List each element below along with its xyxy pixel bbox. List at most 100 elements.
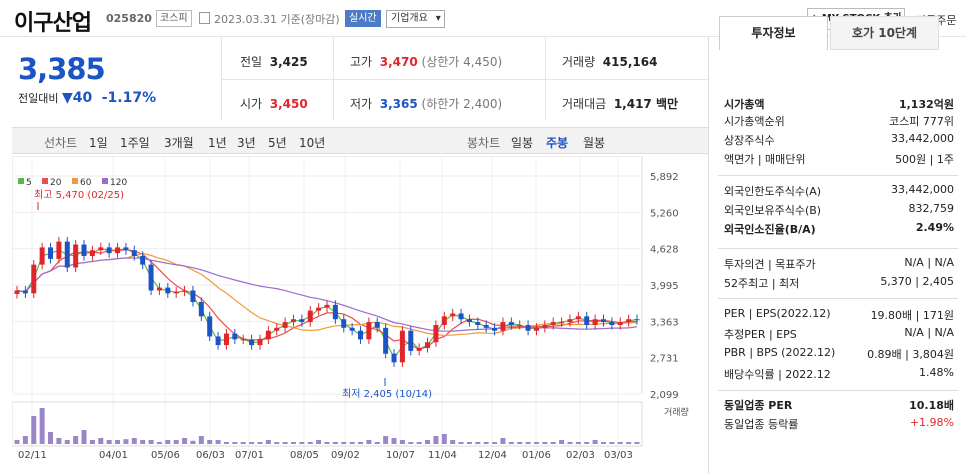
candle-body bbox=[316, 307, 322, 311]
prev-close: 전일 3,425 bbox=[240, 53, 308, 70]
tab-daily[interactable]: 일봉 bbox=[511, 134, 533, 151]
invest-key: PBR | BPS (2022.12) bbox=[724, 346, 836, 359]
tab-1d[interactable]: 1일 bbox=[89, 134, 108, 151]
legend-label: 20 bbox=[50, 178, 62, 188]
volume-bar bbox=[399, 440, 405, 444]
realtime-button[interactable]: 실시간 bbox=[345, 10, 381, 27]
volume-bar bbox=[64, 440, 70, 444]
invest-key: 상장주식수 bbox=[724, 134, 775, 147]
candle-body bbox=[307, 310, 313, 323]
legend-label: 120 bbox=[110, 178, 127, 188]
invest-key: 외국인소진율(B/A) bbox=[724, 223, 816, 236]
candle-body bbox=[89, 250, 95, 257]
volume-bar bbox=[156, 442, 162, 444]
candle-body bbox=[123, 247, 129, 251]
volume-bar bbox=[416, 442, 422, 444]
volume-bar bbox=[441, 434, 447, 444]
candle-body bbox=[441, 316, 447, 325]
x-tick-label: 11/04 bbox=[428, 450, 457, 461]
volume-bar bbox=[332, 442, 338, 444]
tab-weekly[interactable]: 주봉 bbox=[546, 134, 568, 151]
tab-10y[interactable]: 10년 bbox=[299, 134, 325, 151]
volume-bar bbox=[22, 436, 28, 444]
open-price: 시가 3,450 bbox=[240, 95, 308, 112]
volume-bar bbox=[517, 442, 523, 444]
volume-bar bbox=[600, 442, 606, 444]
tab-order-book[interactable]: 호가 10단계 bbox=[830, 16, 939, 50]
x-tick-label: 04/01 bbox=[99, 450, 128, 461]
candle-body bbox=[600, 319, 606, 323]
tab-1w[interactable]: 1주일 bbox=[120, 134, 150, 151]
candle-body bbox=[358, 330, 364, 340]
candle-body bbox=[173, 291, 179, 294]
divider bbox=[718, 390, 958, 391]
candle-body bbox=[207, 316, 213, 337]
base-date: 2023.03.31 기준(장마감) bbox=[214, 13, 340, 26]
volume-value: 415,164 bbox=[602, 55, 658, 69]
volume-bar bbox=[73, 436, 79, 444]
prev-value: 3,425 bbox=[269, 55, 308, 69]
volume-bar bbox=[533, 442, 539, 444]
invest-key: 액면가 | 매매단위 bbox=[724, 153, 806, 166]
candle-body bbox=[458, 313, 464, 320]
volume-bar bbox=[425, 440, 431, 444]
candle-body bbox=[575, 316, 581, 320]
candle-body bbox=[131, 250, 137, 257]
volume-bar bbox=[31, 416, 37, 444]
candle-body bbox=[14, 290, 20, 294]
volume-bar bbox=[316, 440, 322, 444]
volume-bar bbox=[182, 438, 188, 444]
candle-body bbox=[450, 313, 456, 317]
high-value: 3,470 bbox=[379, 55, 418, 69]
invest-value: 33,442,000 bbox=[891, 183, 954, 196]
volume-bar bbox=[433, 436, 439, 444]
volume-bar bbox=[123, 439, 129, 444]
candle-body bbox=[567, 319, 573, 323]
invest-value: 2.49% bbox=[915, 221, 954, 234]
candle-body bbox=[232, 333, 238, 340]
candle-body bbox=[56, 241, 62, 259]
low-price: 저가 3,365 (하한가 2,400) bbox=[350, 95, 502, 112]
invest-key: 시가총액순위 bbox=[724, 115, 785, 128]
tab-3y[interactable]: 3년 bbox=[237, 134, 256, 151]
volume-label: 거래량 bbox=[562, 55, 596, 69]
tab-invest-info[interactable]: 투자정보 bbox=[719, 16, 828, 50]
volume-bar bbox=[617, 442, 623, 444]
volume-bar bbox=[466, 442, 472, 444]
volume-bar bbox=[131, 438, 137, 444]
volume-bar bbox=[215, 440, 221, 444]
candle-body bbox=[48, 247, 54, 259]
price-chart: 5 20 60 120 5,892 5,260 4,628 3,995 3,363 2,731 2… bbox=[12, 156, 689, 461]
volume-bars bbox=[14, 408, 640, 444]
low-note: 최저 2,405 (10/14) bbox=[342, 388, 432, 400]
candle-body bbox=[483, 324, 489, 328]
divider bbox=[718, 298, 958, 299]
volume-bar bbox=[500, 438, 506, 444]
candle-body bbox=[542, 324, 548, 328]
legend-swatch bbox=[42, 178, 48, 184]
volume-bar bbox=[584, 442, 590, 444]
tab-3m[interactable]: 3개월 bbox=[164, 134, 194, 151]
legend-swatch bbox=[18, 178, 24, 184]
volume-bar bbox=[98, 438, 104, 444]
volume-bar bbox=[148, 440, 154, 444]
candle-body bbox=[634, 319, 640, 321]
candle-body bbox=[156, 287, 162, 291]
candle-body bbox=[416, 347, 422, 351]
candle-body bbox=[349, 327, 355, 331]
invest-value: 500원 | 1주 bbox=[895, 153, 954, 166]
volume-bar bbox=[609, 442, 615, 444]
volume-bar bbox=[249, 442, 255, 444]
x-tick-label: 09/02 bbox=[331, 450, 360, 461]
tab-5y[interactable]: 5년 bbox=[268, 134, 287, 151]
x-tick-label: 03/03 bbox=[604, 450, 633, 461]
candle-body bbox=[525, 324, 531, 331]
period-tabs: 선차트 1일 1주일 3개월 1년 3년 5년 10년 봉차트 일봉 주봉 월봉 bbox=[12, 127, 708, 154]
company-overview-select[interactable]: 기업개요 ▾ bbox=[386, 10, 445, 28]
x-tick-label: 02/11 bbox=[18, 450, 47, 461]
x-tick-label: 02/03 bbox=[566, 450, 595, 461]
candle-body bbox=[433, 324, 439, 343]
tab-1y[interactable]: 1년 bbox=[208, 134, 227, 151]
divider bbox=[222, 79, 708, 80]
tab-monthly[interactable]: 월봉 bbox=[583, 134, 605, 151]
